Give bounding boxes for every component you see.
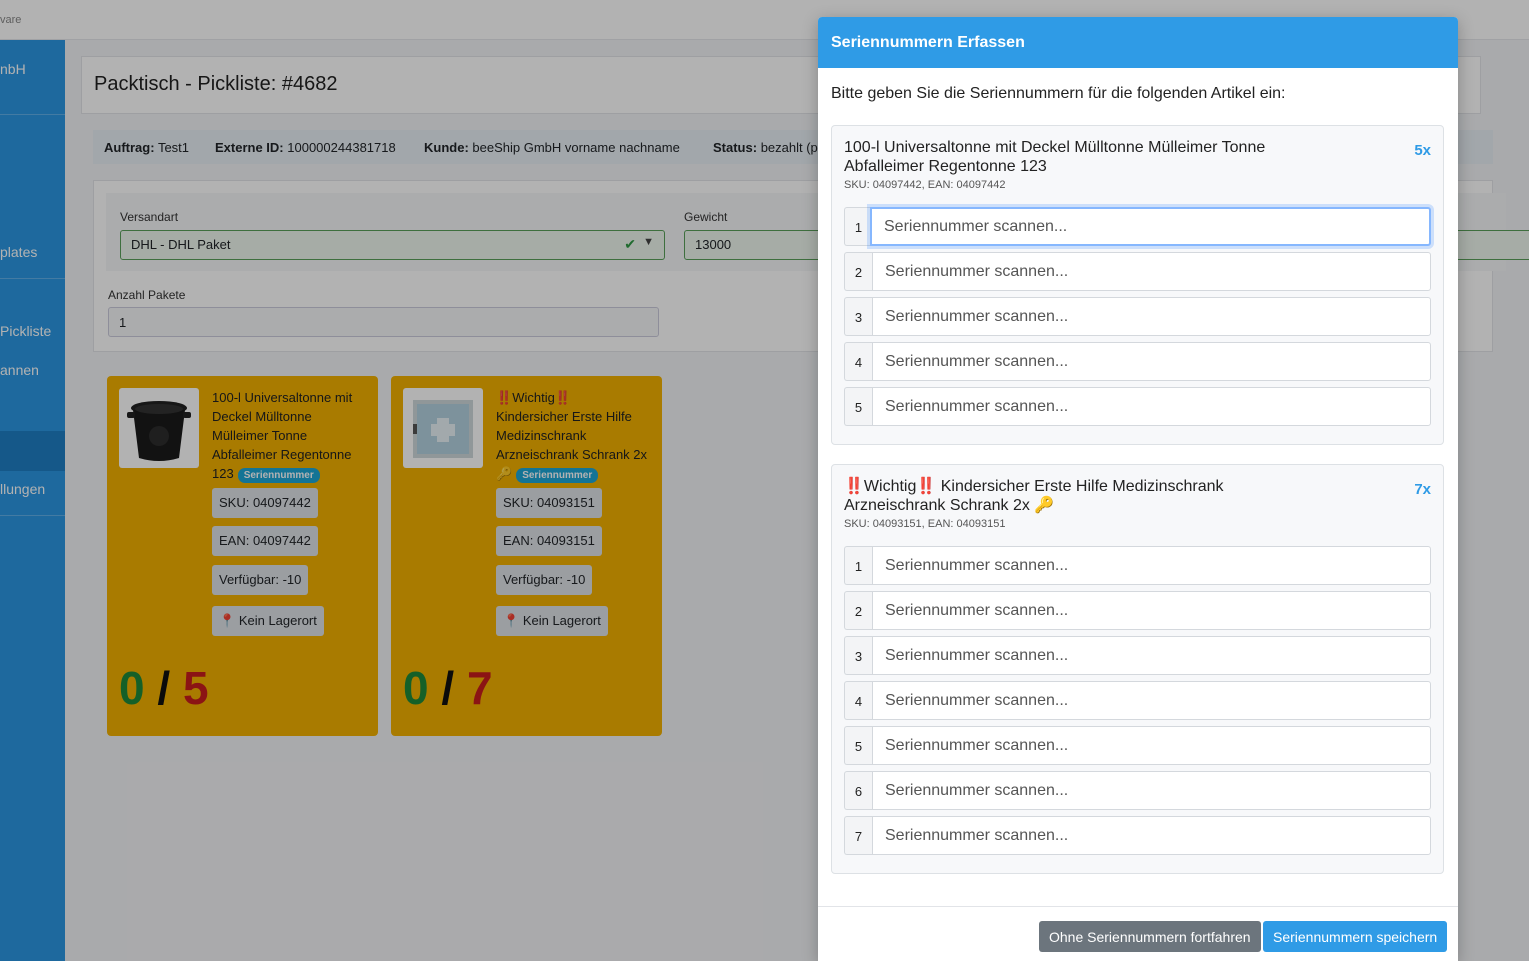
serial-row-number: 1 xyxy=(844,546,872,585)
serial-input[interactable] xyxy=(872,726,1431,765)
serial-group-sku: SKU: 04097442, EAN: 04097442 xyxy=(844,179,1006,191)
serial-row-number: 2 xyxy=(844,591,872,630)
modal-header: Seriennummern Erfassen xyxy=(818,17,1458,68)
serial-row: 2 xyxy=(844,252,1431,291)
serial-group-qty: 7x xyxy=(1414,481,1431,498)
serial-row-number: 7 xyxy=(844,816,872,855)
serial-row: 5 xyxy=(844,726,1431,765)
serial-row-number: 4 xyxy=(844,681,872,720)
skip-serials-button[interactable]: Ohne Seriennummern fortfahren xyxy=(1039,921,1261,952)
save-serials-button[interactable]: Seriennummern speichern xyxy=(1263,921,1448,952)
modal-intro: Bitte geben Sie die Seriennummern für di… xyxy=(831,85,1286,102)
serial-group-title: 100-l Universaltonne mit Deckel Mülltonn… xyxy=(844,139,1266,175)
modal-footer: Ohne Seriennummern fortfahren Seriennumm… xyxy=(818,906,1458,961)
serial-row: 2 xyxy=(844,591,1431,630)
serial-input[interactable] xyxy=(872,546,1431,585)
serial-row: 1 xyxy=(844,546,1431,585)
serial-row: 3 xyxy=(844,297,1431,336)
serial-row: 3 xyxy=(844,636,1431,675)
serial-row: 1 xyxy=(844,207,1431,246)
serial-input[interactable] xyxy=(870,207,1431,246)
serial-input[interactable] xyxy=(872,252,1431,291)
serial-group-qty: 5x xyxy=(1414,142,1431,159)
serial-row: 4 xyxy=(844,342,1431,381)
modal-title: Seriennummern Erfassen xyxy=(831,34,1025,51)
serial-row-number: 6 xyxy=(844,771,872,810)
serial-input[interactable] xyxy=(872,681,1431,720)
serial-group: 100-l Universaltonne mit Deckel Mülltonn… xyxy=(831,125,1444,445)
serial-input[interactable] xyxy=(872,387,1431,426)
serial-row: 4 xyxy=(844,681,1431,720)
serial-row-number: 5 xyxy=(844,726,872,765)
serial-row: 7 xyxy=(844,816,1431,855)
serial-row-number: 2 xyxy=(844,252,872,291)
serial-input[interactable] xyxy=(872,297,1431,336)
serial-row-number: 3 xyxy=(844,297,872,336)
serial-input[interactable] xyxy=(872,342,1431,381)
serial-number-modal: Seriennummern Erfassen Bitte geben Sie d… xyxy=(818,17,1458,961)
serial-row: 5 xyxy=(844,387,1431,426)
serial-group: ‼️Wichtig‼️ Kindersicher Erste Hilfe Med… xyxy=(831,464,1444,874)
serial-input[interactable] xyxy=(872,591,1431,630)
serial-input[interactable] xyxy=(872,771,1431,810)
serial-row-number: 3 xyxy=(844,636,872,675)
serial-input[interactable] xyxy=(872,636,1431,675)
serial-row-number: 1 xyxy=(844,207,872,246)
serial-row-number: 4 xyxy=(844,342,872,381)
serial-group-title: ‼️Wichtig‼️ Kindersicher Erste Hilfe Med… xyxy=(844,478,1224,514)
serial-row: 6 xyxy=(844,771,1431,810)
serial-input[interactable] xyxy=(872,816,1431,855)
serial-group-sku: SKU: 04093151, EAN: 04093151 xyxy=(844,518,1006,530)
serial-row-number: 5 xyxy=(844,387,872,426)
